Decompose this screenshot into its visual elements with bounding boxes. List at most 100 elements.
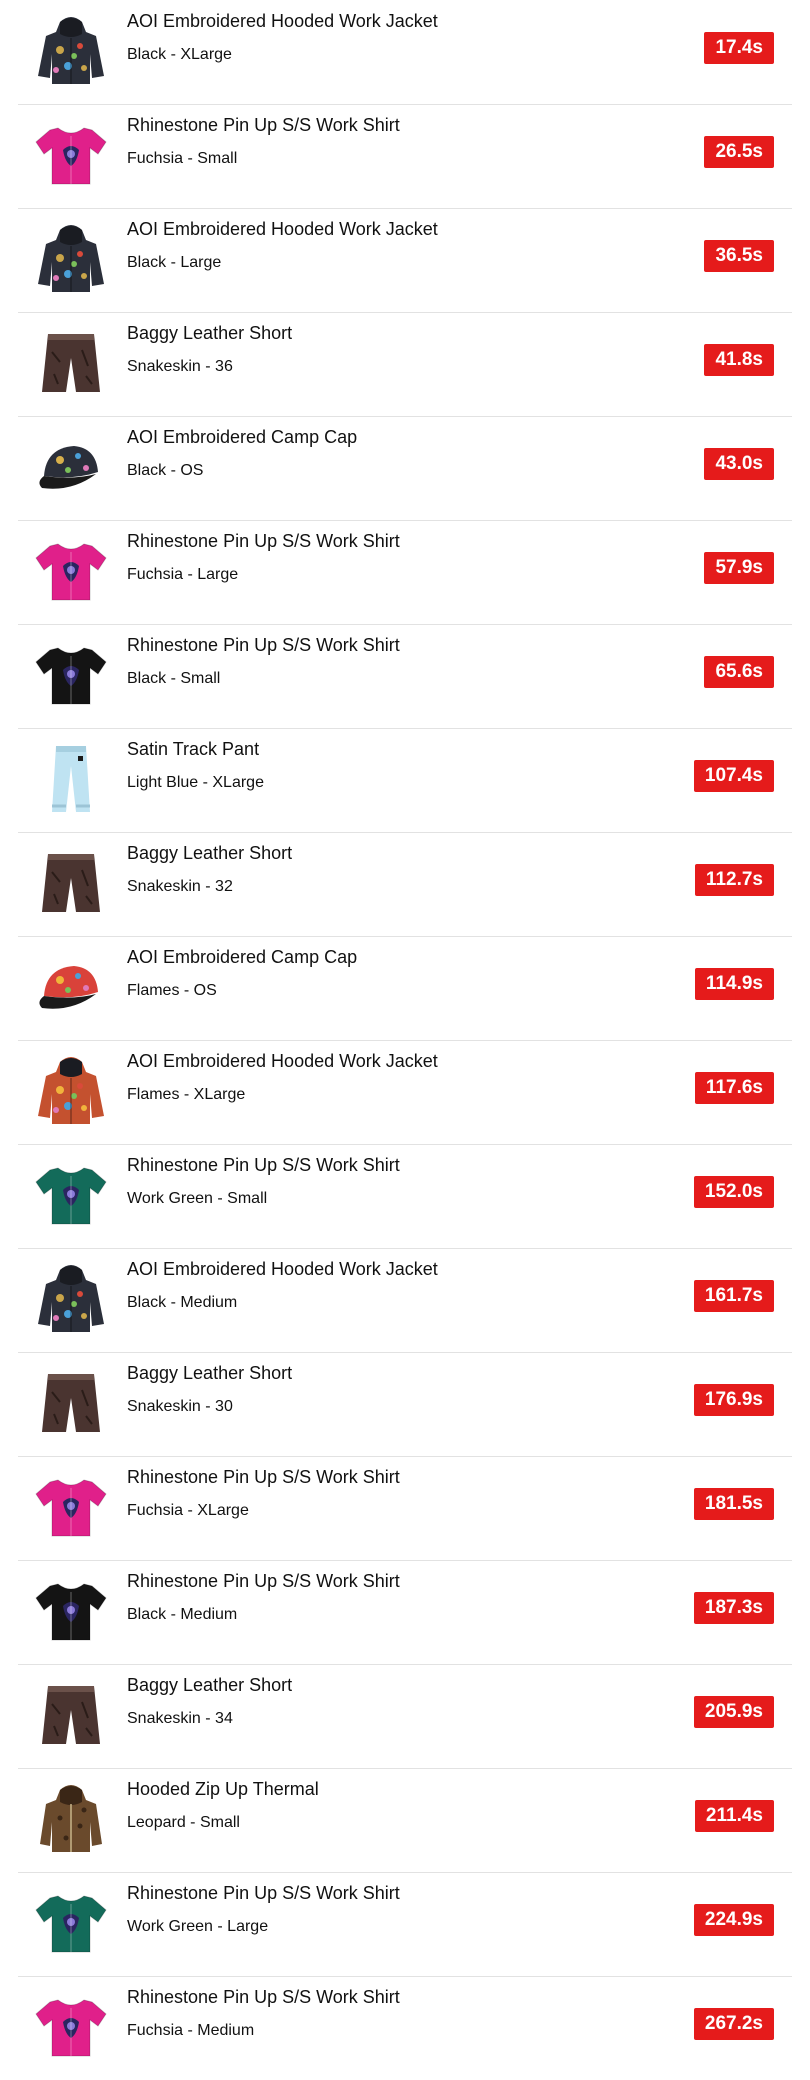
item-name: Rhinestone Pin Up S/S Work Shirt <box>127 1571 400 1591</box>
list-item[interactable]: Rhinestone Pin Up S/S Work Shirt Fuchsia… <box>18 104 792 209</box>
shorts-icon <box>30 1674 112 1756</box>
shorts-icon <box>30 842 112 924</box>
item-variant: Fuchsia - Large <box>127 566 239 583</box>
sellout-time-badge: 65.6s <box>704 656 774 688</box>
shirt-icon <box>30 634 112 716</box>
item-name: Baggy Leather Short <box>127 1675 293 1695</box>
item-name: AOI Embroidered Camp Cap <box>127 427 358 447</box>
sellout-time-badge: 224.9s <box>693 1904 774 1936</box>
sellout-time-badge: 41.8s <box>704 344 774 376</box>
sellout-time-badge: 26.5s <box>704 136 774 168</box>
item-name: Rhinestone Pin Up S/S Work Shirt <box>127 531 400 551</box>
zip-hoodie-icon <box>30 1778 112 1860</box>
sellout-time-badge: 176.9s <box>693 1384 774 1416</box>
list-item[interactable]: Rhinestone Pin Up S/S Work Shirt Work Gr… <box>18 1144 792 1249</box>
shirt-icon <box>30 1882 112 1964</box>
item-name: Baggy Leather Short <box>127 323 293 343</box>
list-item[interactable]: Rhinestone Pin Up S/S Work Shirt Black -… <box>18 624 792 729</box>
item-variant: Snakeskin - 34 <box>127 1710 233 1727</box>
list-item[interactable]: AOI Embroidered Camp Cap Black - OS 43.0… <box>18 416 792 521</box>
shorts-icon <box>30 1362 112 1444</box>
item-variant: Fuchsia - Medium <box>127 2022 255 2039</box>
list-item[interactable]: Rhinestone Pin Up S/S Work Shirt Fuchsia… <box>18 1976 792 2080</box>
item-name: AOI Embroidered Hooded Work Jacket <box>127 219 438 239</box>
list-item[interactable]: Rhinestone Pin Up S/S Work Shirt Work Gr… <box>18 1872 792 1977</box>
list-item[interactable]: Hooded Zip Up Thermal Leopard - Small 21… <box>18 1768 792 1873</box>
hooded-jacket-icon <box>30 218 112 300</box>
cap-icon <box>30 426 112 508</box>
item-variant: Snakeskin - 32 <box>127 878 233 895</box>
item-name: Hooded Zip Up Thermal <box>127 1779 319 1799</box>
pants-icon <box>30 738 112 820</box>
item-name: Baggy Leather Short <box>127 1363 293 1383</box>
list-item[interactable]: AOI Embroidered Hooded Work Jacket Black… <box>18 0 792 105</box>
item-name: Rhinestone Pin Up S/S Work Shirt <box>127 635 400 655</box>
shirt-icon <box>30 1466 112 1548</box>
item-variant: Black - Medium <box>127 1606 238 1623</box>
shirt-icon <box>30 114 112 196</box>
item-variant: Black - Small <box>127 670 221 687</box>
list-item[interactable]: Baggy Leather Short Snakeskin - 34 205.9… <box>18 1664 792 1769</box>
hooded-jacket-icon <box>30 1050 112 1132</box>
list-item[interactable]: AOI Embroidered Camp Cap Flames - OS 114… <box>18 936 792 1041</box>
sellout-time-badge: 187.3s <box>693 1592 774 1624</box>
cap-icon <box>30 946 112 1028</box>
list-item[interactable]: Baggy Leather Short Snakeskin - 36 41.8s <box>18 312 792 417</box>
sellout-time-badge: 267.2s <box>693 2008 774 2040</box>
sellout-time-badge: 43.0s <box>704 448 774 480</box>
list-item[interactable]: AOI Embroidered Hooded Work Jacket Black… <box>18 208 792 313</box>
list-item[interactable]: Rhinestone Pin Up S/S Work Shirt Black -… <box>18 1560 792 1665</box>
item-variant: Black - OS <box>127 462 204 479</box>
item-variant: Flames - XLarge <box>127 1086 246 1103</box>
sellout-time-badge: 211.4s <box>694 1800 774 1832</box>
item-variant: Work Green - Small <box>127 1190 268 1207</box>
sellout-time-badge: 112.7s <box>694 864 774 896</box>
item-variant: Work Green - Large <box>127 1918 269 1935</box>
item-variant: Light Blue - XLarge <box>127 774 264 791</box>
item-variant: Black - Large <box>127 254 222 271</box>
item-variant: Flames - OS <box>127 982 217 999</box>
item-name: AOI Embroidered Hooded Work Jacket <box>127 11 438 31</box>
shorts-icon <box>30 322 112 404</box>
list-item[interactable]: AOI Embroidered Hooded Work Jacket Black… <box>18 1248 792 1353</box>
list-item[interactable]: Rhinestone Pin Up S/S Work Shirt Fuchsia… <box>18 1456 792 1561</box>
sellout-time-badge: 57.9s <box>704 552 774 584</box>
list-item[interactable]: Baggy Leather Short Snakeskin - 30 176.9… <box>18 1352 792 1457</box>
item-name: Satin Track Pant <box>127 739 260 759</box>
item-variant: Snakeskin - 36 <box>127 358 233 375</box>
item-variant: Black - XLarge <box>127 46 232 63</box>
item-name: Baggy Leather Short <box>127 843 293 863</box>
sellout-time-badge: 205.9s <box>693 1696 774 1728</box>
item-name: Rhinestone Pin Up S/S Work Shirt <box>127 1883 400 1903</box>
hooded-jacket-icon <box>30 10 112 92</box>
item-variant: Black - Medium <box>127 1294 238 1311</box>
item-variant: Snakeskin - 30 <box>127 1398 233 1415</box>
list-item[interactable]: AOI Embroidered Hooded Work Jacket Flame… <box>18 1040 792 1145</box>
shirt-icon <box>30 1570 112 1652</box>
hooded-jacket-icon <box>30 1258 112 1340</box>
item-name: Rhinestone Pin Up S/S Work Shirt <box>127 115 400 135</box>
item-name: Rhinestone Pin Up S/S Work Shirt <box>127 1987 400 2007</box>
list-item[interactable]: Baggy Leather Short Snakeskin - 32 112.7… <box>18 832 792 937</box>
sellout-time-badge: 107.4s <box>693 760 774 792</box>
item-name: Rhinestone Pin Up S/S Work Shirt <box>127 1155 400 1175</box>
sellout-time-badge: 181.5s <box>693 1488 774 1520</box>
item-name: AOI Embroidered Hooded Work Jacket <box>127 1051 438 1071</box>
list-item[interactable]: Rhinestone Pin Up S/S Work Shirt Fuchsia… <box>18 520 792 625</box>
item-name: AOI Embroidered Hooded Work Jacket <box>127 1259 438 1279</box>
shirt-icon <box>30 1986 112 2068</box>
item-name: AOI Embroidered Camp Cap <box>127 947 358 967</box>
list-item[interactable]: Satin Track Pant Light Blue - XLarge 107… <box>18 728 792 833</box>
sellout-time-badge: 117.6s <box>694 1072 774 1104</box>
sellout-time-badge: 161.7s <box>693 1280 774 1312</box>
shirt-icon <box>30 1154 112 1236</box>
item-variant: Fuchsia - XLarge <box>127 1502 249 1519</box>
sellout-time-badge: 17.4s <box>704 32 774 64</box>
sellout-time-badge: 36.5s <box>704 240 774 272</box>
sellout-time-badge: 114.9s <box>694 968 774 1000</box>
sellout-time-badge: 152.0s <box>693 1176 774 1208</box>
item-variant: Fuchsia - Small <box>127 150 238 167</box>
shirt-icon <box>30 530 112 612</box>
item-name: Rhinestone Pin Up S/S Work Shirt <box>127 1467 400 1487</box>
item-variant: Leopard - Small <box>127 1814 240 1831</box>
